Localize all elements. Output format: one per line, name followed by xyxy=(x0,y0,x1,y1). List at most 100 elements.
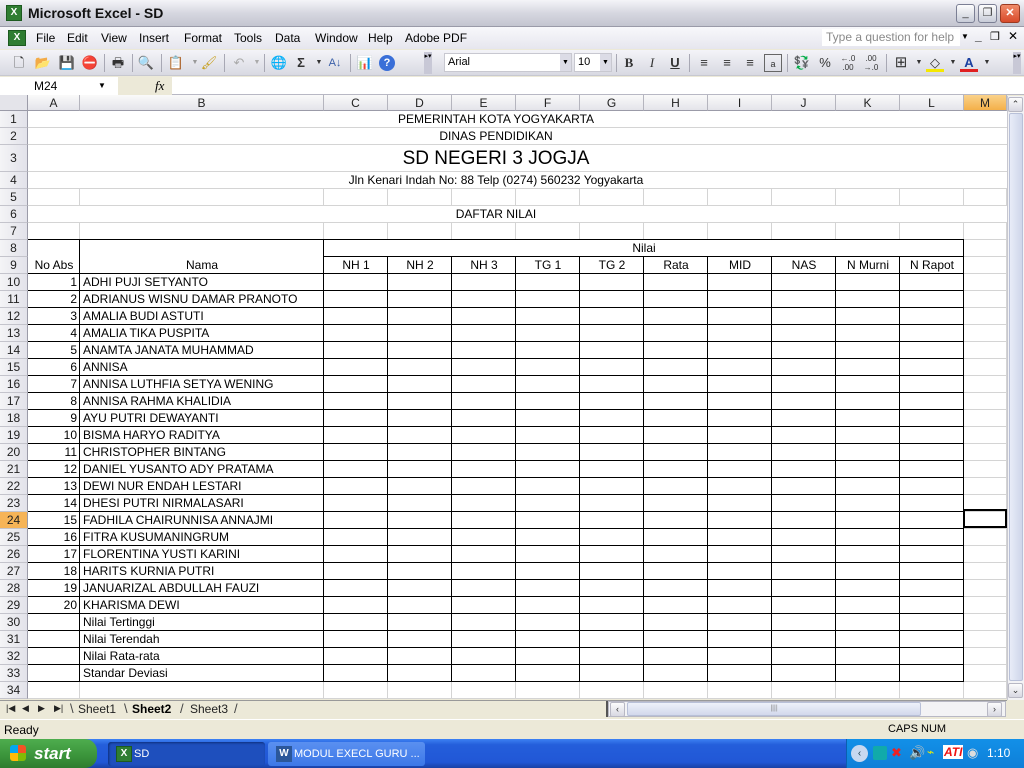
increase-decimal-icon[interactable]: ←.0.00 xyxy=(839,54,857,72)
font-name-select[interactable]: Arial ▼ xyxy=(444,53,572,72)
grade-cell[interactable] xyxy=(324,580,387,596)
sheet-tab-sheet1[interactable]: Sheet1 xyxy=(78,702,116,716)
horizontal-scroll-thumb[interactable]: |||| xyxy=(627,702,921,716)
grade-cell[interactable] xyxy=(580,563,643,579)
grade-cell[interactable] xyxy=(772,444,835,460)
grade-cell[interactable] xyxy=(516,308,579,324)
grade-cell[interactable] xyxy=(580,274,643,290)
grade-cell[interactable] xyxy=(580,478,643,494)
row-header-6[interactable]: 6 xyxy=(0,206,28,223)
align-center-icon[interactable]: ≡ xyxy=(718,54,736,72)
grade-cell[interactable] xyxy=(708,529,771,545)
chart-wizard-icon[interactable]: 📊 xyxy=(356,54,374,72)
column-header-d[interactable]: D xyxy=(388,95,452,111)
font-size-select[interactable]: 10 ▼ xyxy=(574,53,612,72)
grade-cell[interactable] xyxy=(708,376,771,392)
grade-cell[interactable] xyxy=(900,393,963,409)
menu-help[interactable]: Help xyxy=(368,31,393,45)
volume-icon[interactable]: 🔊 xyxy=(909,745,925,761)
vertical-scrollbar[interactable]: ⌃ ⌄ xyxy=(1007,96,1024,700)
grade-cell[interactable] xyxy=(644,580,707,596)
help-search-input[interactable]: Type a question for help xyxy=(822,29,960,46)
grade-cell[interactable] xyxy=(580,495,643,511)
row-header-27[interactable]: 27 xyxy=(0,563,28,580)
currency-icon[interactable]: 💱 xyxy=(793,54,811,72)
grade-cell[interactable] xyxy=(324,444,387,460)
autosum-icon[interactable]: Σ xyxy=(292,54,310,72)
grade-cell[interactable] xyxy=(388,444,451,460)
grade-cell[interactable] xyxy=(772,427,835,443)
grade-cell[interactable] xyxy=(772,546,835,562)
grade-cell[interactable] xyxy=(324,563,387,579)
grade-cell[interactable] xyxy=(772,291,835,307)
grade-cell[interactable] xyxy=(900,495,963,511)
grade-cell[interactable] xyxy=(388,546,451,562)
grade-cell[interactable] xyxy=(772,308,835,324)
grade-cell[interactable] xyxy=(900,376,963,392)
row-header-9[interactable]: 9 xyxy=(0,257,28,274)
grade-cell[interactable] xyxy=(772,461,835,477)
grade-cell[interactable] xyxy=(516,597,579,613)
grade-cell[interactable] xyxy=(324,410,387,426)
grade-cell[interactable] xyxy=(388,427,451,443)
grade-cell[interactable] xyxy=(580,444,643,460)
grade-cell[interactable] xyxy=(516,325,579,341)
grade-cell[interactable] xyxy=(900,444,963,460)
grade-cell[interactable] xyxy=(452,546,515,562)
menu-edit[interactable]: Edit xyxy=(67,31,88,45)
grade-cell[interactable] xyxy=(580,376,643,392)
grade-cell[interactable] xyxy=(836,495,899,511)
grade-cell[interactable] xyxy=(708,546,771,562)
grade-cell[interactable] xyxy=(452,376,515,392)
scroll-left-button[interactable]: ‹ xyxy=(610,702,625,717)
grade-cell[interactable] xyxy=(452,444,515,460)
sort-ascending-icon[interactable]: A↓ xyxy=(326,54,344,72)
grade-cell[interactable] xyxy=(516,461,579,477)
grade-cell[interactable] xyxy=(324,325,387,341)
grade-cell[interactable] xyxy=(836,461,899,477)
grade-cell[interactable] xyxy=(900,274,963,290)
grade-cell[interactable] xyxy=(324,478,387,494)
column-header-h[interactable]: H xyxy=(644,95,708,111)
horizontal-scrollbar[interactable]: ‹ |||| › xyxy=(608,701,1006,717)
name-box-dropdown-icon[interactable]: ▼ xyxy=(98,81,106,90)
column-header-i[interactable]: I xyxy=(708,95,772,111)
grade-cell[interactable] xyxy=(324,529,387,545)
open-icon[interactable]: 📂 xyxy=(34,54,52,72)
grade-cell[interactable] xyxy=(324,495,387,511)
first-sheet-button[interactable]: |◀ xyxy=(6,703,15,714)
grade-cell[interactable] xyxy=(836,580,899,596)
row-header-23[interactable]: 23 xyxy=(0,495,28,512)
row-header-22[interactable]: 22 xyxy=(0,478,28,495)
row-header-1[interactable]: 1 xyxy=(0,111,28,128)
grade-cell[interactable] xyxy=(452,325,515,341)
row-header-15[interactable]: 15 xyxy=(0,359,28,376)
column-header-m[interactable]: M xyxy=(964,95,1007,111)
grade-cell[interactable] xyxy=(580,546,643,562)
menu-tools[interactable]: Tools xyxy=(234,31,262,45)
doc-restore-button[interactable]: ❐ xyxy=(990,30,1000,43)
grade-cell[interactable] xyxy=(388,512,451,528)
grade-cell[interactable] xyxy=(516,478,579,494)
grade-cell[interactable] xyxy=(324,597,387,613)
help-icon[interactable]: ? xyxy=(379,55,395,71)
grade-cell[interactable] xyxy=(836,274,899,290)
format-painter-icon[interactable]: 🖌 xyxy=(200,54,218,72)
menu-window[interactable]: Window xyxy=(315,31,358,45)
grade-cell[interactable] xyxy=(644,342,707,358)
doc-close-button[interactable]: ✕ xyxy=(1008,29,1018,43)
grade-cell[interactable] xyxy=(580,529,643,545)
sheet-tab-sheet3[interactable]: Sheet3 xyxy=(190,702,228,716)
grade-cell[interactable] xyxy=(900,325,963,341)
grade-cell[interactable] xyxy=(708,512,771,528)
grade-cell[interactable] xyxy=(324,512,387,528)
grade-cell[interactable] xyxy=(580,597,643,613)
grade-cell[interactable] xyxy=(836,291,899,307)
grade-cell[interactable] xyxy=(452,410,515,426)
borders-icon[interactable]: ⊞ xyxy=(892,54,910,72)
grade-cell[interactable] xyxy=(900,461,963,477)
grade-cell[interactable] xyxy=(836,512,899,528)
grade-cell[interactable] xyxy=(836,359,899,375)
undo-icon[interactable]: ↶ xyxy=(230,54,248,72)
tray-globe-icon[interactable]: ◉ xyxy=(967,745,978,761)
